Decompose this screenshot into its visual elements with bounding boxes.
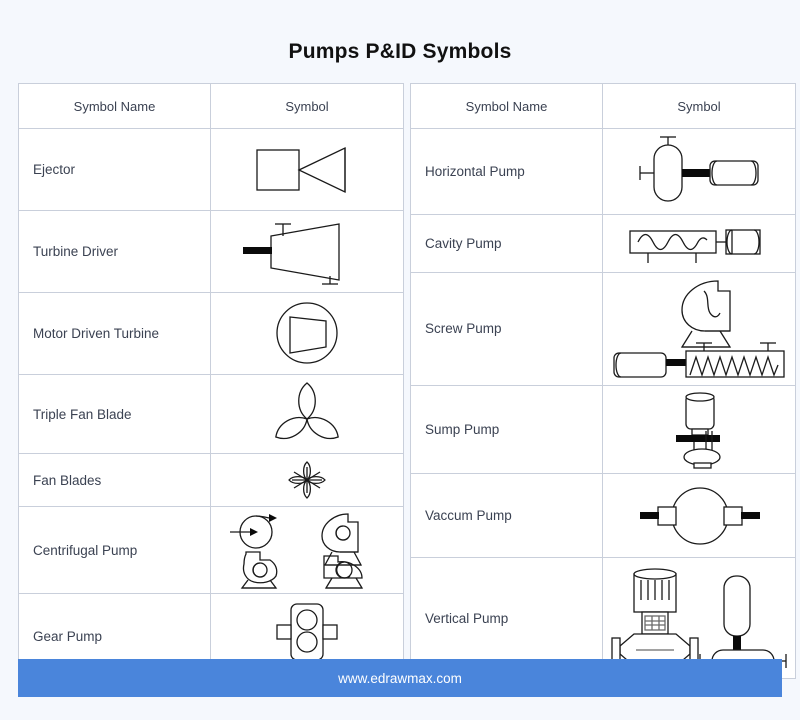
symbol-name-motor-driven-turbine: Motor Driven Turbine [18, 292, 211, 375]
vaccum-pump-symbol [640, 486, 760, 545]
vertical-pump-variant-2 [699, 575, 787, 673]
table-row: Screw Pump [410, 272, 796, 386]
table-header-row: Symbol Name Symbol [410, 83, 796, 129]
symbol-cell [602, 384, 796, 474]
symbol-name-triple-fan-blade: Triple Fan Blade [18, 374, 211, 454]
table-row: Sump Pump [410, 384, 796, 474]
symbol-name-turbine-driver: Turbine Driver [18, 210, 211, 293]
symbol-name-screw-pump: Screw Pump [410, 272, 603, 386]
symbol-name-centrifugal-pump: Centrifugal Pump [18, 506, 211, 594]
column-header-symbol-name: Symbol Name [18, 83, 211, 129]
horizontal-pump-symbol [639, 135, 759, 202]
footer-url[interactable]: www.edrawmax.com [338, 671, 462, 686]
symbol-cell [602, 214, 796, 274]
screw-pump-volute [680, 280, 732, 348]
symbol-cell [210, 128, 404, 211]
centrifugal-pump-symbol [230, 513, 364, 589]
poster: Pumps P&ID Symbols Symbol Name Symbol Ej… [0, 0, 800, 720]
table-header-row: Symbol Name Symbol [18, 83, 404, 129]
cavity-pump-symbol [629, 229, 761, 263]
motor-driven-turbine-symbol [276, 302, 338, 364]
ejector-symbol [256, 146, 346, 194]
table-row: Vaccum Pump [410, 472, 796, 559]
symbol-name-cavity-pump: Cavity Pump [410, 214, 603, 274]
turbine-driver-symbol [243, 223, 340, 285]
centrifugal-pump-variant-1 [230, 514, 277, 549]
tables-container: Symbol Name Symbol Ejector Turbine Drive… [0, 64, 800, 679]
centrifugal-pump-variant-3 [240, 551, 278, 589]
table-row: Turbine Driver [18, 210, 404, 293]
symbol-name-ejector: Ejector [18, 128, 211, 211]
symbol-name-sump-pump: Sump Pump [410, 384, 603, 474]
table-row: Horizontal Pump [410, 127, 796, 216]
sump-pump-symbol [676, 392, 721, 469]
triple-fan-blade-symbol [275, 382, 339, 439]
column-header-symbol-name: Symbol Name [410, 83, 603, 129]
screw-pump-symbol [613, 280, 785, 378]
symbol-name-horizontal-pump: Horizontal Pump [410, 127, 603, 216]
column-header-symbol: Symbol [210, 83, 404, 129]
vertical-pump-symbol [611, 568, 787, 673]
footer-bar: www.edrawmax.com [18, 659, 782, 697]
table-row: Ejector [18, 128, 404, 211]
screw-pump-body [613, 342, 785, 378]
fan-blades-symbol [288, 461, 326, 499]
symbol-cell [602, 272, 796, 386]
centrifugal-pump-variant-4 [323, 555, 364, 589]
right-table: Symbol Name Symbol Horizontal Pump Cavit… [410, 83, 796, 679]
table-row: Cavity Pump [410, 214, 796, 274]
symbol-cell [602, 127, 796, 216]
page-title: Pumps P&ID Symbols [288, 40, 512, 63]
symbol-cell [210, 292, 404, 375]
symbol-cell [210, 374, 404, 454]
symbol-name-fan-blades: Fan Blades [18, 453, 211, 507]
table-row: Motor Driven Turbine [18, 292, 404, 375]
symbol-name-vaccum-pump: Vaccum Pump [410, 472, 603, 559]
vertical-pump-variant-1 [611, 568, 699, 667]
symbol-cell [210, 453, 404, 507]
table-row: Fan Blades [18, 453, 404, 507]
table-row: Triple Fan Blade [18, 374, 404, 454]
column-header-symbol: Symbol [602, 83, 796, 129]
symbol-cell [210, 506, 404, 594]
symbol-cell [210, 210, 404, 293]
left-table: Symbol Name Symbol Ejector Turbine Drive… [18, 83, 404, 679]
centrifugal-pump-variant-2 [321, 513, 363, 566]
symbol-cell [602, 472, 796, 559]
table-row: Centrifugal Pump [18, 506, 404, 594]
